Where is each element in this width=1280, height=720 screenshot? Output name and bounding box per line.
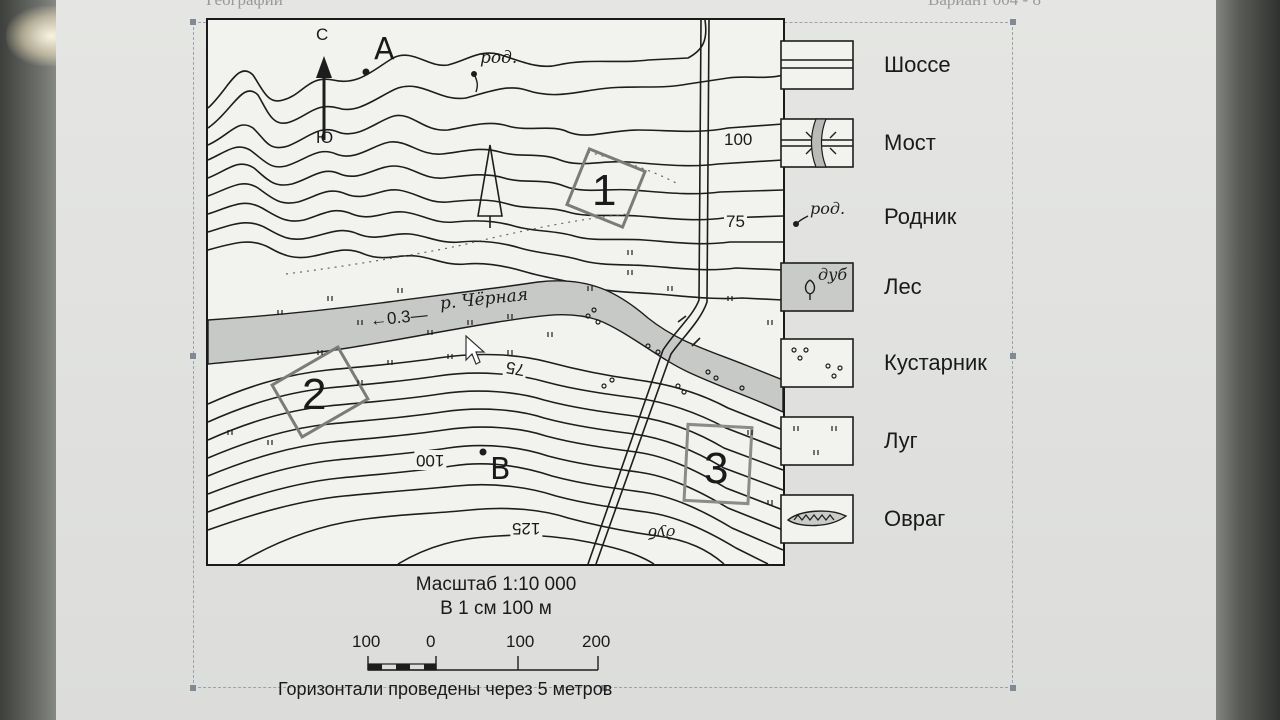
compass-south-label: Ю (316, 128, 334, 147)
document-page: Географии Вариант 004 - 8 (56, 0, 1216, 720)
legend-label-bridge: Мост (884, 130, 936, 155)
contour-label-mid-75: 75 (502, 356, 529, 380)
svg-text:дуб: дуб (818, 265, 847, 284)
topographic-map: С Ю А В род. 100 75 75 100 125 ←0.3— р. … (206, 18, 785, 566)
contour-interval-note: Горизонтали проведены через 5 метров (278, 679, 613, 699)
legend-item-bridge: Мост (774, 116, 1024, 172)
contour-label-bottom-125: 125 (510, 518, 543, 538)
scale-bar-graphic (367, 656, 599, 671)
meadow-icon (780, 416, 854, 466)
legend-item-shrub: Кустарник (774, 336, 1024, 392)
area-2-number: 2 (302, 370, 327, 419)
point-b-marker (479, 448, 487, 456)
legend-item-meadow: Луг (774, 414, 1024, 470)
legend-item-forest: дуб Лес (774, 260, 1024, 316)
point-b-label: В (490, 452, 511, 487)
scale-bar: 100 0 100 200 (352, 632, 672, 674)
area-1-number: 1 (592, 166, 617, 215)
resize-handle-top-right[interactable] (1010, 19, 1016, 25)
scale-title: Масштаб 1:10 000 (415, 574, 577, 595)
legend-item-ravine: Овраг (774, 492, 1024, 548)
contour-label-bottom-100: 100 (414, 450, 447, 470)
forest-tree-symbol (477, 144, 503, 217)
forest-icon: дуб (780, 262, 854, 312)
page-header-variant: Вариант 004 - 8 (928, 0, 1041, 10)
monitor-bezel-right (1210, 0, 1280, 720)
page-header-subject: Географии (206, 0, 283, 10)
spring-map-label: род. (480, 48, 518, 68)
resize-handle-bottom-left[interactable] (190, 685, 196, 691)
ravine-icon (780, 494, 854, 544)
mouse-cursor (465, 334, 486, 365)
legend-label-forest: Лес (884, 274, 922, 299)
compass-north-label: С (316, 25, 329, 44)
resize-handle-top-left[interactable] (190, 19, 196, 25)
spring-icon: род. (793, 199, 845, 227)
legend-label-ravine: Овраг (884, 506, 946, 531)
highway-icon (780, 40, 854, 90)
legend-label-highway: Шоссе (884, 52, 951, 77)
legend-label-spring: Родник (884, 204, 957, 229)
point-a-label: А (374, 32, 395, 67)
bridge-icon (780, 118, 854, 168)
scale-subtitle: В 1 см 100 м (440, 598, 552, 619)
contour-label-top-100: 100 (722, 130, 755, 150)
legend-item-highway: Шоссе (774, 38, 1024, 94)
north-arrow-head (316, 56, 332, 78)
monitor-bezel-left (0, 0, 58, 720)
legend-label-meadow: Луг (884, 428, 918, 453)
scale-caption: Масштаб 1:10 000 В 1 см 100 м (336, 573, 656, 621)
shrub-icon (780, 338, 854, 388)
forest-map-label: дуб (648, 524, 676, 542)
resize-handle-bottom-right[interactable] (1010, 685, 1016, 691)
svg-text:род.: род. (810, 199, 845, 218)
legend-label-shrub: Кустарник (884, 350, 987, 375)
resize-handle-middle-left[interactable] (190, 353, 196, 359)
contour-label-top-75: 75 (724, 212, 747, 232)
legend-item-spring: род. Родник (774, 190, 1024, 246)
point-a-marker (362, 68, 370, 76)
area-3-number: 3 (704, 444, 729, 493)
